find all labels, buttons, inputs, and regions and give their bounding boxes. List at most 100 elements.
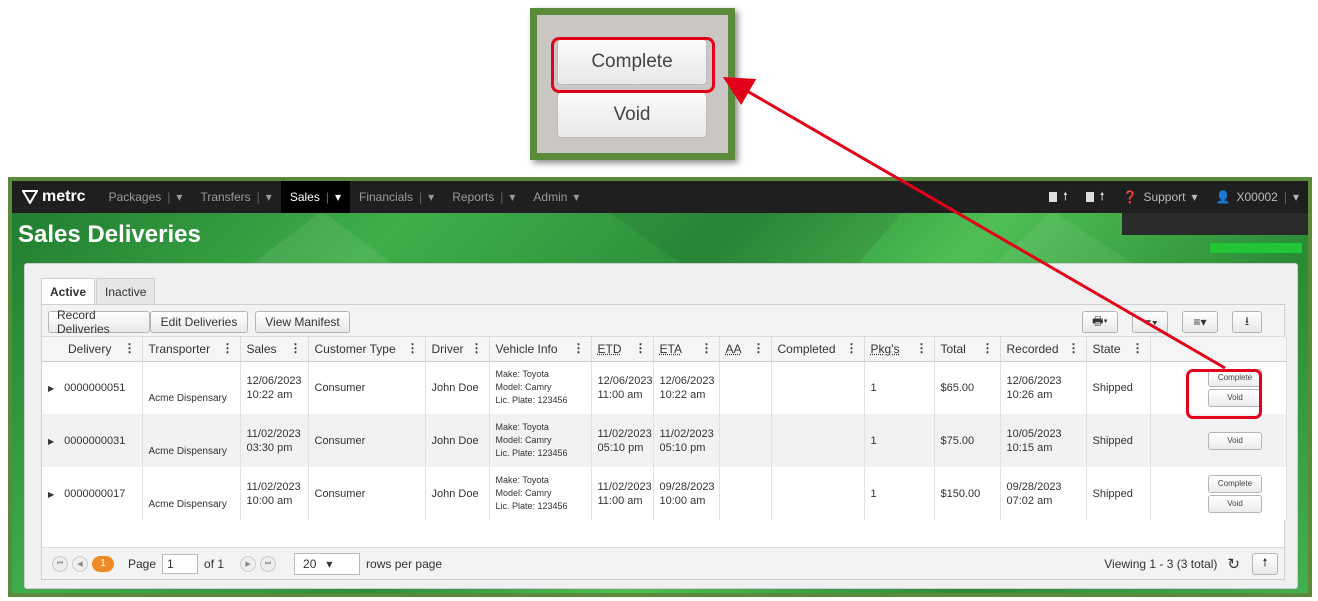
- column-menu-icon[interactable]: ⋮: [753, 341, 765, 355]
- table-row[interactable]: ▶ 0000000017 Acme Dispensary 11/02/2023 10…: [42, 467, 1287, 520]
- col-driver[interactable]: Driver ⋮: [425, 337, 490, 362]
- next-page-button[interactable]: ▶: [240, 555, 257, 572]
- callout-highlight: [551, 37, 715, 93]
- column-label: Pkg's: [870, 341, 900, 356]
- caret-down-icon: ▾: [573, 190, 580, 204]
- column-menu-icon[interactable]: ⋮: [407, 341, 419, 355]
- col-transporter[interactable]: Transporter ⋮: [142, 337, 241, 362]
- nav-label: Admin: [533, 190, 568, 204]
- column-menu-icon[interactable]: ⋮: [701, 341, 713, 355]
- last-page-button[interactable]: ⏭: [260, 555, 277, 572]
- tab-strip: Active Inactive: [41, 278, 156, 306]
- etd-date: 11/02/2023: [597, 480, 652, 493]
- scroll-top-button[interactable]: 🠕: [1252, 552, 1278, 575]
- nav-support[interactable]: ❓ Support ▾: [1114, 181, 1207, 213]
- column-label: State: [1092, 341, 1121, 356]
- file-upload-button[interactable]: 🠕: [1040, 181, 1077, 213]
- nav-transfers[interactable]: Transfers | ▾: [191, 181, 280, 213]
- expand-row-icon[interactable]: ▶: [48, 437, 54, 446]
- app-window: metrc Packages | ▾ Transfers | ▾ Sales | ▾ Fin…: [8, 177, 1312, 597]
- void-button-zoomed[interactable]: Void: [557, 92, 707, 138]
- nav-reports[interactable]: Reports | ▾: [443, 181, 524, 213]
- column-label: Vehicle Info: [495, 341, 558, 356]
- vehicle-model: Model: Camry: [495, 382, 552, 393]
- rows-per-page-select[interactable]: 20 ▾: [294, 552, 361, 575]
- file-upload-button[interactable]: 🠕: [1077, 181, 1114, 213]
- column-menu-icon[interactable]: ⋮: [290, 341, 302, 355]
- nav-packages[interactable]: Packages | ▾: [100, 181, 192, 213]
- col-state[interactable]: State ⋮: [1086, 337, 1151, 362]
- expand-row-icon[interactable]: ▶: [48, 384, 54, 393]
- cell-delivery[interactable]: ▶ 0000000051: [42, 361, 143, 414]
- col-customer-type[interactable]: Customer Type ⋮: [308, 337, 426, 362]
- nav-financials[interactable]: Financials | ▾: [350, 181, 443, 213]
- nav-user[interactable]: 👤 X00002 | ▾: [1207, 181, 1308, 213]
- columns-button[interactable]: ≡▾: [1182, 311, 1218, 333]
- col-recorded[interactable]: Recorded ⋮: [1000, 337, 1087, 362]
- cell-etd: 11/02/2023 11:00 am: [591, 467, 654, 520]
- caret-down-icon: ▾: [428, 190, 435, 204]
- void-button[interactable]: Void: [1208, 431, 1262, 450]
- column-menu-icon[interactable]: ⋮: [1132, 341, 1144, 355]
- nav-label: Packages: [108, 190, 162, 204]
- refresh-icon[interactable]: ↻: [1227, 555, 1240, 573]
- column-menu-icon[interactable]: ⋮: [982, 341, 994, 355]
- vehicle-plate: Lic. Plate: 123456: [495, 395, 568, 406]
- column-menu-icon[interactable]: ⋮: [846, 341, 858, 355]
- etd-time: 11:00 am: [597, 494, 643, 507]
- expand-row-icon[interactable]: ▶: [48, 490, 54, 499]
- table-row[interactable]: ▶ 0000000051 Acme Dispensary 12/06/2023 10…: [42, 361, 1287, 414]
- cell-etd: 12/06/2023 11:00 am: [591, 361, 654, 414]
- col-pkgs[interactable]: Pkg's ⋮: [864, 337, 935, 362]
- col-sales[interactable]: Sales ⋮: [240, 337, 309, 362]
- page-number-input[interactable]: 1: [162, 553, 199, 574]
- table-row[interactable]: ▶ 0000000031 Acme Dispensary 11/02/2023 03…: [42, 414, 1287, 467]
- column-menu-icon[interactable]: ⋮: [573, 341, 585, 355]
- nav-admin[interactable]: Admin ▾: [524, 181, 588, 213]
- cell-state: Shipped: [1086, 414, 1151, 467]
- print-button[interactable]: 🖶▾: [1082, 311, 1118, 333]
- column-menu-icon[interactable]: ⋮: [124, 341, 136, 355]
- edit-deliveries-button[interactable]: Edit Deliveries: [150, 311, 248, 333]
- view-manifest-button[interactable]: View Manifest: [255, 311, 350, 333]
- help-icon: ❓: [1122, 190, 1138, 204]
- rows-value: 20: [303, 556, 317, 571]
- col-delivery[interactable]: Delivery ⋮: [42, 337, 143, 362]
- download-button[interactable]: ⭳: [1232, 311, 1262, 333]
- col-eta[interactable]: ETA ⋮: [653, 337, 720, 362]
- vehicle-model: Model: Camry: [495, 488, 552, 498]
- column-menu-icon[interactable]: ⋮: [471, 341, 483, 355]
- tab-active[interactable]: Active: [41, 278, 96, 306]
- column-menu-icon[interactable]: ⋮: [916, 341, 928, 355]
- filter-button[interactable]: ⏷▾: [1132, 311, 1168, 333]
- arrow-up-icon: 🠕: [1063, 190, 1068, 203]
- prev-page-button[interactable]: ◀: [72, 555, 88, 572]
- col-completed[interactable]: Completed ⋮: [771, 337, 865, 362]
- cell-delivery[interactable]: ▶ 0000000031: [42, 414, 143, 467]
- col-total[interactable]: Total ⋮: [934, 337, 1001, 362]
- etd-date: 12/06/2023: [597, 374, 653, 387]
- cell-recorded: 09/28/2023 07:02 am: [1000, 467, 1087, 520]
- col-vehicle-info[interactable]: Vehicle Info ⋮: [489, 337, 592, 362]
- row-actions-highlight: [1186, 369, 1262, 419]
- record-deliveries-button[interactable]: Record Deliveries: [48, 308, 150, 336]
- void-button[interactable]: Void: [1208, 494, 1262, 513]
- column-label: Driver: [431, 341, 464, 356]
- cell-delivery[interactable]: ▶ 0000000017: [42, 467, 143, 520]
- col-aa[interactable]: AA ⋮: [719, 337, 772, 362]
- complete-button[interactable]: Complete: [1208, 474, 1262, 493]
- col-etd[interactable]: ETD ⋮: [591, 337, 654, 362]
- caret-down-icon: ▾: [334, 190, 342, 204]
- current-page-badge[interactable]: 1: [92, 555, 114, 572]
- sales-time: 03:30 pm: [246, 441, 293, 454]
- status-bar: [1210, 243, 1302, 253]
- metrc-logo[interactable]: metrc: [12, 188, 100, 206]
- first-page-button[interactable]: ⏮: [52, 555, 68, 572]
- filter-icon: ⏷▾: [1142, 314, 1158, 329]
- nav-sales[interactable]: Sales | ▾: [280, 181, 351, 213]
- column-menu-icon[interactable]: ⋮: [222, 341, 234, 355]
- tab-inactive[interactable]: Inactive: [96, 278, 156, 306]
- column-menu-icon[interactable]: ⋮: [635, 341, 647, 355]
- column-menu-icon[interactable]: ⋮: [1068, 341, 1080, 355]
- print-icon: 🖶▾: [1092, 313, 1108, 328]
